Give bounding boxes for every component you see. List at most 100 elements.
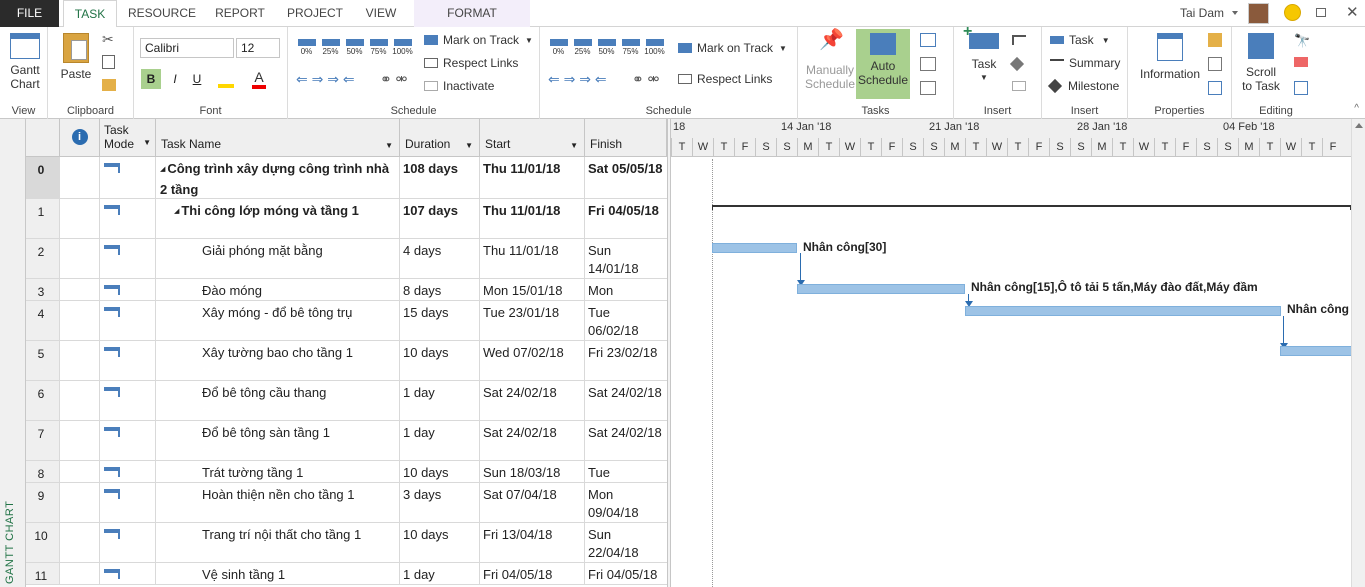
task-name-cell[interactable]: ◢ Công trình xây dựng công trình nhà 2 t… bbox=[156, 157, 400, 198]
header-id[interactable] bbox=[26, 119, 60, 157]
task-name-cell[interactable]: Đổ bê tông sàn tầng 1 bbox=[156, 421, 400, 460]
restore-window-icon[interactable] bbox=[1316, 8, 1326, 17]
finish-cell[interactable]: Fri 04/05/18 bbox=[585, 199, 667, 238]
task-name-cell[interactable]: Trang trí nội thất cho tầng 1 bbox=[156, 523, 400, 562]
task-bar-4[interactable] bbox=[965, 306, 1281, 316]
pct2-button-0[interactable]: 0% bbox=[548, 39, 569, 61]
table-row[interactable]: 11 Vệ sinh tầng 11 day Fri 04/05/18 Fri 04/… bbox=[26, 563, 667, 585]
finish-cell[interactable]: Mon 09/04/18 bbox=[585, 483, 667, 522]
inactivate-button[interactable]: Inactivate bbox=[424, 79, 494, 93]
user-name[interactable]: Tai Dam bbox=[1180, 6, 1224, 20]
font-size-select[interactable]: 12 bbox=[236, 38, 280, 58]
task-mode-cell[interactable] bbox=[100, 157, 156, 198]
respect-links-button[interactable]: Respect Links bbox=[424, 56, 518, 70]
task-mode-cell[interactable] bbox=[100, 279, 156, 300]
milestone-icon[interactable] bbox=[1009, 56, 1025, 72]
task-mode-cell[interactable] bbox=[100, 421, 156, 460]
duration-cell[interactable]: 10 days bbox=[400, 461, 480, 482]
task-mode-cell[interactable] bbox=[100, 483, 156, 522]
duration-cell[interactable]: 10 days bbox=[400, 523, 480, 562]
duration-cell[interactable]: 3 days bbox=[400, 483, 480, 522]
start-cell[interactable]: Thu 11/01/18 bbox=[480, 199, 585, 238]
table-row[interactable]: 7 Đổ bê tông sàn tầng 11 day Sat 24/02/18 S… bbox=[26, 421, 667, 461]
collapse-ribbon-icon[interactable]: ^ bbox=[1354, 103, 1359, 114]
tab-format[interactable]: FORMAT bbox=[414, 0, 530, 27]
table-row[interactable]: 2 Giải phóng mặt bằng 4 days Thu 11/01/18 Su… bbox=[26, 239, 667, 279]
smiley-icon[interactable] bbox=[1284, 4, 1301, 21]
mode-icon[interactable] bbox=[920, 81, 936, 95]
pct1-button-3[interactable]: 75% bbox=[368, 39, 389, 61]
start-cell[interactable]: Sun 18/03/18 bbox=[480, 461, 585, 482]
format-painter-icon[interactable] bbox=[102, 79, 116, 91]
link-unlink-icons[interactable]: ⚭ ⚮ bbox=[380, 71, 407, 88]
pct1-button-0[interactable]: 0% bbox=[296, 39, 317, 61]
tab-task[interactable]: TASK bbox=[63, 0, 117, 28]
mark-on-track-button[interactable]: Mark on Track ▼ bbox=[424, 33, 533, 47]
start-cell[interactable]: Sat 24/02/18 bbox=[480, 421, 585, 460]
task-mode-cell[interactable] bbox=[100, 199, 156, 238]
table-row[interactable]: 6 Đổ bê tông cầu thang 1 day Sat 24/02/18 Sa… bbox=[26, 381, 667, 421]
indicators-cell[interactable] bbox=[60, 157, 100, 198]
pct1-button-2[interactable]: 50% bbox=[344, 39, 365, 61]
indicators-cell[interactable] bbox=[60, 341, 100, 380]
underline-button[interactable]: U bbox=[188, 69, 206, 89]
indicators-cell[interactable] bbox=[60, 279, 100, 300]
pct2-button-3[interactable]: 75% bbox=[620, 39, 641, 61]
header-duration[interactable]: Duration ▼ bbox=[400, 119, 480, 157]
row-id[interactable]: 7 bbox=[26, 421, 60, 460]
vertical-scrollbar[interactable] bbox=[1351, 119, 1365, 587]
indicators-cell[interactable] bbox=[60, 421, 100, 460]
summary-bar[interactable] bbox=[712, 205, 1351, 210]
add-to-timeline-icon[interactable] bbox=[1208, 81, 1222, 95]
duration-cell[interactable]: 1 day bbox=[400, 563, 480, 584]
milestone-button[interactable]: Milestone bbox=[1047, 78, 1119, 94]
paste-button[interactable]: Paste bbox=[56, 33, 96, 81]
gantt-chart-button[interactable]: Gantt Chart bbox=[5, 33, 45, 91]
row-id[interactable]: 10 bbox=[26, 523, 60, 562]
inspect-icon[interactable] bbox=[920, 33, 936, 47]
finish-cell[interactable]: Tue 06/02/18 bbox=[585, 301, 667, 340]
finish-cell[interactable]: Sun 14/01/18 bbox=[585, 239, 667, 278]
summary-task-icon[interactable] bbox=[1012, 35, 1026, 45]
pct1-button-4[interactable]: 100% bbox=[392, 39, 413, 61]
row-id[interactable]: 4 bbox=[26, 301, 60, 340]
row-id[interactable]: 5 bbox=[26, 341, 60, 380]
find-icon[interactable]: 🔭 bbox=[1294, 33, 1310, 49]
finish-cell[interactable]: Fri 23/02/18 bbox=[585, 341, 667, 380]
scroll-up-icon[interactable] bbox=[1354, 123, 1363, 128]
pct2-button-2[interactable]: 50% bbox=[596, 39, 617, 61]
table-row[interactable]: 10 Trang trí nội thất cho tầng 1 10 days Fr… bbox=[26, 523, 667, 563]
tab-report[interactable]: REPORT bbox=[208, 0, 272, 27]
tab-project[interactable]: PROJECT bbox=[280, 0, 350, 27]
task-bar-5[interactable] bbox=[1280, 346, 1351, 356]
table-row[interactable]: 8 Trát tường tầng 1 10 days Sun 18/03/18 Tue… bbox=[26, 461, 667, 483]
finish-cell[interactable]: Mon 22/01/18 bbox=[585, 279, 667, 300]
pct2-button-1[interactable]: 25% bbox=[572, 39, 593, 61]
finish-cell[interactable]: Sat 24/02/18 bbox=[585, 381, 667, 420]
indicators-cell[interactable] bbox=[60, 523, 100, 562]
task-name-cell[interactable]: Đào móng bbox=[156, 279, 400, 300]
scroll-to-task-button[interactable]: Scroll to Task bbox=[1236, 33, 1286, 93]
task-mode-cell[interactable] bbox=[100, 381, 156, 420]
start-cell[interactable]: Thu 11/01/18 bbox=[480, 157, 585, 198]
summary-button[interactable]: Summary bbox=[1050, 56, 1120, 70]
link-unlink-icons-2[interactable]: ⚭ ⚮ bbox=[632, 71, 659, 88]
header-task-name[interactable]: Task Name ▼ bbox=[156, 119, 400, 157]
tab-file[interactable]: FILE bbox=[0, 0, 59, 27]
font-color-icon[interactable]: A bbox=[252, 69, 266, 89]
respect-links-button-2[interactable]: Respect Links bbox=[678, 72, 772, 86]
table-row[interactable]: 3 Đào móng 8 daysMon 15/01/18Mon 22/01/18 bbox=[26, 279, 667, 301]
move-task-icon[interactable] bbox=[920, 57, 936, 71]
row-id[interactable]: 2 bbox=[26, 239, 60, 278]
table-row[interactable]: 9 Hoàn thiện nền cho tầng 1 3 days Sat 07/0… bbox=[26, 483, 667, 523]
task-mode-cell[interactable] bbox=[100, 563, 156, 584]
move-buttons-2[interactable]: ⇐ ⇒ ⇒ ⇐ bbox=[548, 71, 607, 88]
indicators-cell[interactable] bbox=[60, 563, 100, 584]
fill-icon[interactable] bbox=[1294, 81, 1308, 95]
indicators-cell[interactable] bbox=[60, 239, 100, 278]
row-id[interactable]: 6 bbox=[26, 381, 60, 420]
task-mode-cell[interactable] bbox=[100, 341, 156, 380]
cut-icon[interactable]: ✂ bbox=[102, 31, 114, 48]
row-id[interactable]: 1 bbox=[26, 199, 60, 238]
task-name-cell[interactable]: Trát tường tầng 1 bbox=[156, 461, 400, 482]
